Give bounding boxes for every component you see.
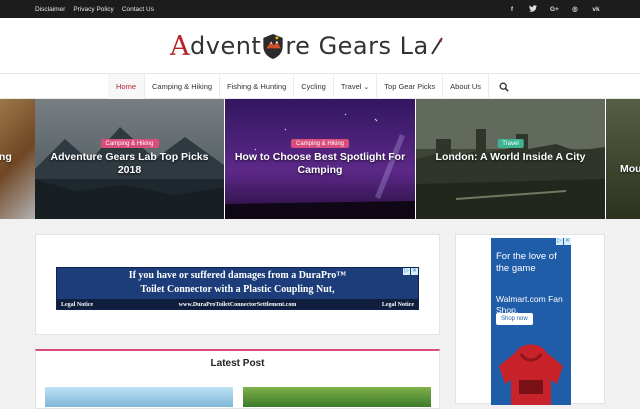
category-badge[interactable]: Camping & Hiking	[290, 139, 350, 148]
featured-slider: ing Camping & Hiking Adventure Gears Lab…	[0, 99, 640, 219]
slide-partial-title: ing	[0, 151, 12, 163]
ad-info-icon[interactable]: ▷	[556, 238, 563, 245]
slide-overlay	[606, 99, 640, 219]
ad-line-1: If you have or suffered damages from a D…	[128, 270, 347, 281]
ad-info-icon[interactable]: ▷	[403, 268, 410, 275]
top-links: Disclaimer Privacy Policy Contact Us	[35, 0, 154, 18]
social-icons: f G+ ◎ vk	[508, 0, 600, 18]
logo-text-end: re Gears La	[285, 32, 429, 60]
shop-now-button[interactable]: Shop now	[496, 313, 533, 325]
ad-close-icon[interactable]: ✕	[564, 238, 571, 245]
post-thumbnail[interactable]	[243, 387, 431, 407]
nav-travel[interactable]: Travel ⌄	[334, 74, 378, 99]
slide-title[interactable]: How to Choose Best Spotlight For Camping	[231, 151, 409, 177]
slide-partial-title: Mou b	[620, 163, 640, 175]
latest-post-heading: Latest Post	[210, 358, 265, 369]
sidebar: ▷ ✕ For the love of the game Walmart.com…	[455, 234, 605, 405]
category-badge[interactable]: Camping & Hiking	[100, 139, 159, 148]
contact-us-link[interactable]: Contact Us	[122, 6, 154, 13]
top-bar: Disclaimer Privacy Policy Contact Us f G…	[0, 0, 640, 18]
nav-home[interactable]: Home	[108, 74, 146, 99]
nav-about-us[interactable]: About Us	[443, 74, 489, 99]
nav-cycling[interactable]: Cycling	[294, 74, 334, 99]
ad-legal-notice-right: Legal Notice	[381, 302, 414, 308]
mountain-shield-icon	[263, 33, 283, 59]
logo-text-start: dvent	[190, 32, 262, 60]
nav-top-gear-picks[interactable]: Top Gear Picks	[377, 74, 444, 99]
vk-icon[interactable]: vk	[592, 6, 600, 13]
hoodie-image	[499, 344, 563, 405]
chevron-down-icon: ⌄	[363, 83, 370, 91]
nav-fishing-hunting[interactable]: Fishing & Hunting	[220, 74, 295, 99]
instagram-icon[interactable]: ◎	[571, 5, 579, 13]
slide-partial-right[interactable]: Mou b	[606, 99, 640, 219]
post-thumbnail[interactable]	[45, 387, 233, 407]
slide-best-spotlight-camping[interactable]: Camping & Hiking How to Choose Best Spot…	[225, 99, 415, 219]
slide-london-world-inside-city[interactable]: Travel London: A World Inside A City	[416, 99, 605, 219]
logo-initial: A	[170, 30, 190, 62]
facebook-icon[interactable]: f	[508, 6, 516, 13]
privacy-policy-link[interactable]: Privacy Policy	[73, 6, 113, 13]
sidebar-ad-tagline: For the love of the game	[496, 251, 557, 274]
latest-post-section: Latest Post	[35, 349, 440, 409]
ad-line-2: Toilet Connector with a Plastic Coupling…	[140, 284, 335, 295]
compass-arrow-icon	[430, 37, 443, 55]
duraPro-ad-banner[interactable]: If you have or suffered damages from a D…	[56, 267, 419, 310]
search-icon	[499, 82, 509, 92]
disclaimer-link[interactable]: Disclaimer	[35, 6, 65, 13]
nav-camping-hiking[interactable]: Camping & Hiking	[145, 74, 221, 99]
search-button[interactable]	[489, 74, 519, 99]
nav-travel-label: Travel	[340, 82, 362, 91]
google-plus-icon[interactable]: G+	[550, 6, 559, 13]
slide-title[interactable]: London: A World Inside A City	[422, 151, 599, 164]
walmart-ad[interactable]: ▷ ✕ For the love of the game Walmart.com…	[491, 238, 571, 405]
slide-title[interactable]: Adventure Gears Lab Top Picks 2018	[41, 151, 218, 177]
main-nav: Home Camping & Hiking Fishing & Hunting …	[0, 73, 640, 99]
slide-adventure-gears-top-picks[interactable]: Camping & Hiking Adventure Gears Lab Top…	[35, 99, 224, 219]
ad-container: If you have or suffered damages from a D…	[35, 234, 440, 335]
site-logo[interactable]: A dvent re Gears La	[170, 30, 470, 62]
category-badge[interactable]: Travel	[497, 139, 524, 148]
slide-partial-left[interactable]: ing	[0, 99, 35, 219]
ad-url: www.DuraProToiletConnectorSettlement.com	[178, 302, 297, 308]
twitter-icon[interactable]	[529, 4, 537, 14]
site-header: A dvent re Gears La	[0, 18, 640, 73]
ad-close-icon[interactable]: ✕	[411, 268, 418, 275]
